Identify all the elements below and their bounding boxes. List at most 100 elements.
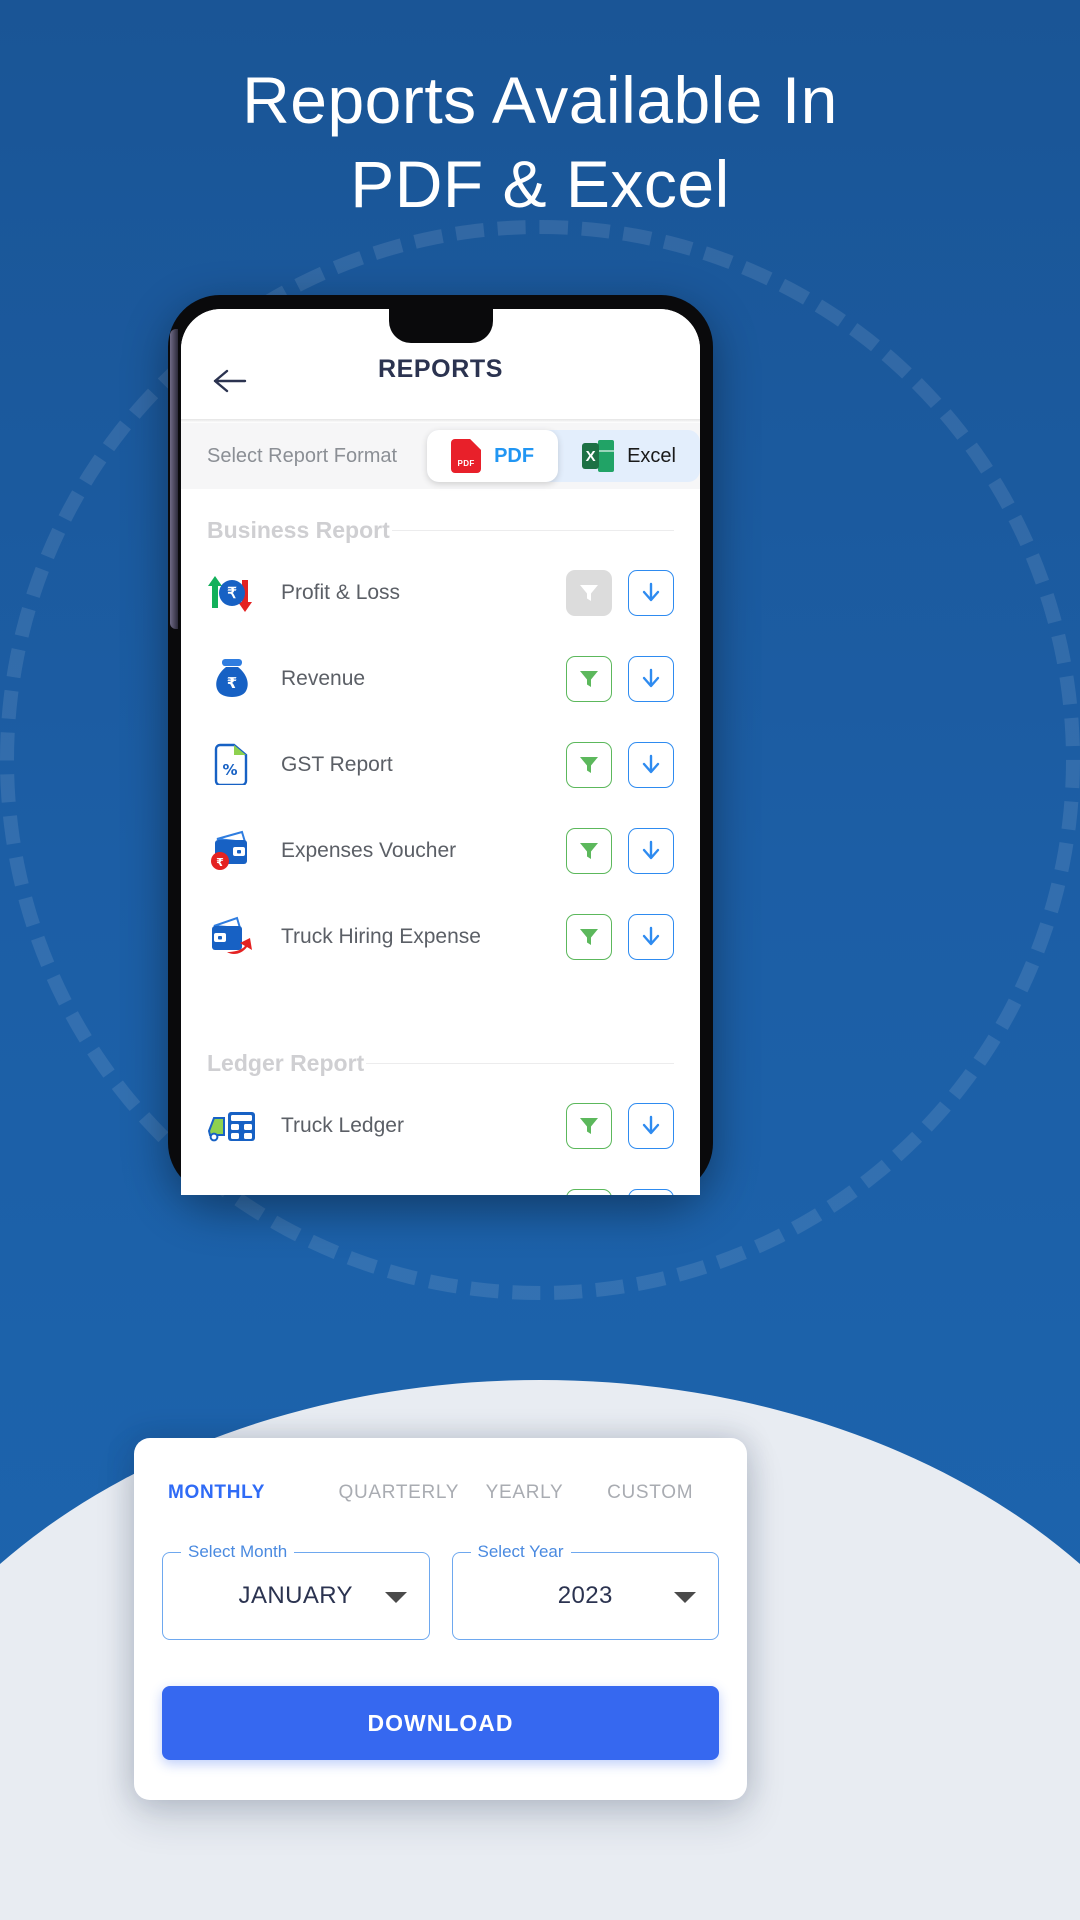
period-tabs: MONTHLY QUARTERLY YEARLY CUSTOM (134, 1482, 747, 1504)
wallet-rupee-icon: ₹ (207, 828, 259, 874)
section-header-ledger: Ledger Report (207, 980, 674, 1083)
download-button[interactable] (628, 742, 674, 788)
report-row-driver-ledger[interactable]: Driver Ledger (207, 1169, 674, 1195)
report-row-actions (566, 656, 674, 702)
report-row-truck-ledger[interactable]: Truck Ledger (207, 1083, 674, 1169)
person-calculator-icon (207, 1189, 259, 1195)
truck-calculator-icon (207, 1103, 259, 1149)
report-row-gst[interactable]: % GST Report (207, 722, 674, 808)
filter-button[interactable] (566, 914, 612, 960)
filter-button[interactable] (566, 742, 612, 788)
section-title-business: Business Report (207, 517, 390, 543)
format-option-pdf[interactable]: PDF PDF (427, 430, 559, 482)
section-header-business: Business Report (207, 489, 674, 550)
phone-screen: REPORTS Select Report Format PDF PDF X E… (181, 309, 700, 1195)
report-format-toggle[interactable]: PDF PDF X Excel (427, 430, 700, 482)
select-year-legend: Select Year (470, 1542, 571, 1562)
report-format-row: Select Report Format PDF PDF X Excel (181, 423, 700, 489)
rupee-coin-icon: ₹ (219, 580, 245, 606)
filter-funnel-icon (580, 843, 598, 859)
download-submit-button[interactable]: DOWNLOAD (162, 1686, 719, 1760)
wallet-arrow-icon (207, 914, 259, 960)
phone-notch (388, 309, 493, 343)
select-month-legend: Select Month (181, 1542, 295, 1562)
filter-button[interactable] (566, 1103, 612, 1149)
svg-text:₹: ₹ (216, 856, 224, 869)
download-button[interactable] (628, 1189, 674, 1195)
filter-button[interactable] (566, 828, 612, 874)
report-row-label: Revenue (281, 667, 366, 690)
wallet-arrow-shape (212, 916, 252, 955)
percent-document-icon: % (207, 742, 259, 788)
download-arrow-icon (642, 926, 660, 946)
tab-monthly[interactable]: MONTHLY (168, 1482, 336, 1504)
report-format-label: Select Report Format (207, 444, 398, 467)
pdf-file-icon: PDF (451, 439, 482, 473)
money-bag-shape: ₹ (216, 659, 248, 697)
download-arrow-icon (642, 840, 660, 860)
report-row-actions (566, 570, 674, 616)
promo-headline: Reports Available In PDF & Excel (0, 58, 1080, 226)
filter-button[interactable] (566, 1189, 612, 1195)
svg-text:%: % (222, 761, 237, 779)
section-title-ledger: Ledger Report (207, 1050, 365, 1076)
chevron-down-icon (674, 1592, 696, 1603)
reports-list: Business Report ₹ Profit & Loss ₹ Revenu… (181, 489, 700, 1195)
percent-document-shape: % (214, 743, 248, 785)
report-row-profit-loss[interactable]: ₹ Profit & Loss (207, 550, 674, 636)
section-divider (391, 530, 674, 531)
filter-funnel-icon (580, 585, 598, 601)
filter-button[interactable] (566, 656, 612, 702)
promo-headline-line2: PDF & Excel (350, 147, 730, 221)
report-row-expenses-voucher[interactable]: ₹ Expenses Voucher (207, 808, 674, 894)
promo-headline-line1: Reports Available In (242, 63, 838, 137)
money-bag-rupee-icon: ₹ (207, 656, 259, 702)
date-fields: Select Month JANUARY Select Year 2023 (134, 1504, 747, 1640)
report-row-actions (566, 742, 674, 788)
report-row-label: Truck Hiring Expense (281, 925, 481, 948)
date-range-bottom-sheet: MONTHLY QUARTERLY YEARLY CUSTOM Select M… (134, 1438, 747, 1800)
page-title: REPORTS (377, 355, 504, 383)
filter-funnel-icon (580, 671, 598, 687)
report-row-actions (566, 828, 674, 874)
svg-text:₹: ₹ (227, 674, 237, 692)
wallet-rupee-shape: ₹ (211, 830, 247, 870)
filter-funnel-icon (580, 929, 598, 945)
promo-screenshot: Reports Available In PDF & Excel REPORTS… (0, 0, 1080, 1920)
profit-loss-icon: ₹ (207, 570, 259, 616)
filter-funnel-icon (580, 757, 598, 773)
section-divider (366, 1063, 674, 1064)
tab-yearly[interactable]: YEARLY (462, 1482, 588, 1504)
format-option-excel[interactable]: X Excel (558, 430, 700, 482)
report-row-label: Expenses Voucher (281, 839, 457, 862)
report-row-label: GST Report (281, 753, 393, 776)
download-button[interactable] (628, 914, 674, 960)
report-row-actions (566, 1189, 674, 1195)
select-month-dropdown[interactable]: Select Month JANUARY (162, 1542, 430, 1640)
download-arrow-icon (642, 582, 660, 602)
filter-funnel-icon (580, 1118, 598, 1134)
filter-button (566, 570, 612, 616)
download-arrow-icon (642, 754, 660, 774)
download-button[interactable] (628, 828, 674, 874)
format-option-pdf-label: PDF (494, 444, 535, 467)
tab-quarterly[interactable]: QUARTERLY (336, 1482, 462, 1504)
tab-custom[interactable]: CUSTOM (587, 1482, 713, 1504)
report-row-actions (566, 1103, 674, 1149)
download-button[interactable] (628, 1103, 674, 1149)
report-row-label: Profit & Loss (281, 581, 401, 604)
download-button[interactable] (628, 656, 674, 702)
select-month-value: JANUARY (238, 1582, 353, 1609)
download-arrow-icon (642, 1115, 660, 1135)
select-year-value: 2023 (557, 1582, 613, 1609)
download-button[interactable] (628, 570, 674, 616)
select-year-dropdown[interactable]: Select Year 2023 (451, 1542, 719, 1640)
chevron-down-icon (384, 1592, 407, 1603)
report-row-revenue[interactable]: ₹ Revenue (207, 636, 674, 722)
report-row-truck-hiring-expense[interactable]: Truck Hiring Expense (207, 894, 674, 980)
report-row-label: Truck Ledger (281, 1114, 404, 1137)
excel-file-icon: X (582, 440, 615, 472)
format-option-excel-label: Excel (627, 444, 676, 467)
person-calculator-shape (207, 1191, 259, 1195)
download-arrow-icon (642, 668, 660, 688)
